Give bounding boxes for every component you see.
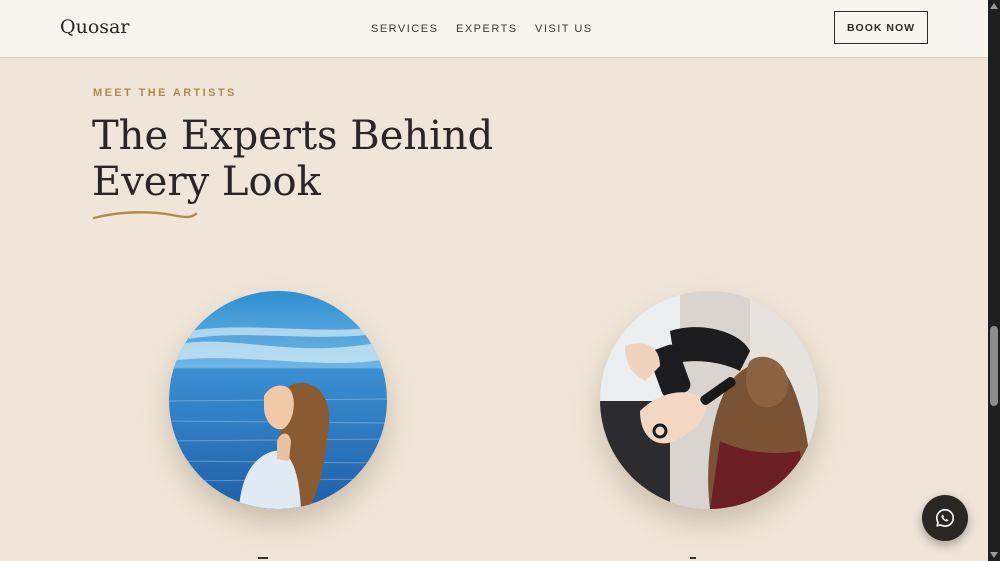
site-logo[interactable]: Quosar xyxy=(60,16,129,38)
book-now-button[interactable]: BOOK NOW xyxy=(834,11,928,44)
nav-services[interactable]: SERVICES xyxy=(371,23,438,35)
site-header: Quosar SERVICES EXPERTS VISIT US BOOK NO… xyxy=(0,0,988,58)
nav-visit-us[interactable]: VISIT US xyxy=(535,23,593,35)
section-eyebrow: MEET THE ARTISTS xyxy=(93,87,237,99)
expert-name-peek-2 xyxy=(690,557,696,559)
scroll-up-arrow-icon[interactable] xyxy=(990,3,998,9)
nav-experts[interactable]: EXPERTS xyxy=(456,23,518,35)
scroll-thumb[interactable] xyxy=(990,326,998,406)
expert-portrait-2[interactable] xyxy=(600,291,818,509)
woman-by-sea-image xyxy=(169,291,387,509)
expert-name-peek-1 xyxy=(258,557,268,559)
expert-portrait-1[interactable] xyxy=(169,291,387,509)
whatsapp-icon xyxy=(935,508,955,527)
whatsapp-chat-button[interactable] xyxy=(922,495,968,541)
title-underline-decoration xyxy=(92,211,198,220)
page-scrollbar[interactable] xyxy=(988,0,1000,561)
hair-styling-image xyxy=(600,291,818,509)
scroll-down-arrow-icon[interactable] xyxy=(990,552,998,558)
section-title: The Experts Behind Every Look xyxy=(92,113,494,205)
